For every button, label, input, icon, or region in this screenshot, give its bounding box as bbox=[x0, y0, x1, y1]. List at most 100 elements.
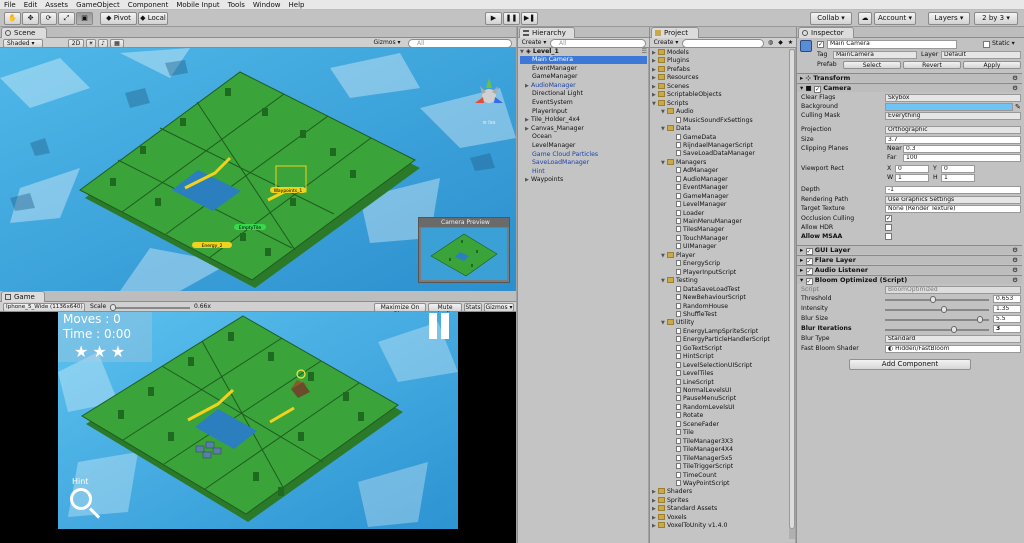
pause-button[interactable]: ❚❚ bbox=[503, 12, 520, 25]
tab-scene[interactable]: Scene bbox=[1, 27, 47, 38]
project-file[interactable]: SaveLoadDataManager bbox=[670, 150, 755, 158]
hand-tool-icon[interactable]: ✋ bbox=[4, 12, 21, 25]
project-folder[interactable]: ▼ Scripts bbox=[652, 99, 688, 108]
transform-header[interactable]: ▸ ⊹ Transform ⚙ bbox=[797, 73, 1022, 82]
hierarchy-item[interactable]: GameManager bbox=[520, 73, 647, 81]
mute-audio-toggle[interactable]: Mute Audio bbox=[428, 303, 462, 318]
occlusion-culling-checkbox[interactable]: ✓ bbox=[885, 215, 892, 222]
project-scrollbar-thumb[interactable] bbox=[789, 49, 795, 529]
audio-listener-header[interactable]: ▸ ✓ Audio Listener ⚙ bbox=[797, 265, 1022, 275]
prefab-revert-button[interactable]: Revert bbox=[903, 61, 961, 69]
project-folder[interactable]: ▶ Voxels bbox=[652, 513, 687, 522]
maximize-on-play-toggle[interactable]: Maximize On Play bbox=[374, 303, 426, 318]
hierarchy-item[interactable]: Directional Light bbox=[520, 90, 647, 98]
project-folder[interactable]: ▶ Models bbox=[652, 49, 689, 57]
project-file[interactable]: NewBehaviourScript bbox=[670, 294, 746, 302]
layer-dropdown[interactable]: Default bbox=[941, 51, 1021, 59]
menu-help[interactable]: Help bbox=[285, 0, 309, 10]
game-gizmos-dropdown[interactable]: Gizmos ▾ bbox=[484, 303, 514, 312]
step-button[interactable]: ▶❚ bbox=[521, 12, 538, 25]
project-file[interactable]: MusicSoundFxSettings bbox=[670, 116, 753, 125]
scene-options-icon[interactable]: ☰ bbox=[641, 48, 647, 56]
background-color-swatch[interactable] bbox=[885, 103, 1013, 111]
rect-tool-icon[interactable]: ▣ bbox=[76, 12, 93, 25]
project-file[interactable]: RandomHouse bbox=[670, 302, 728, 311]
project-file[interactable]: GameData bbox=[670, 133, 716, 142]
layers-dropdown[interactable]: Layers ▾ bbox=[928, 12, 970, 25]
intensity-field[interactable]: 1.35 bbox=[993, 305, 1021, 313]
camera-enabled-checkbox[interactable]: ✓ bbox=[813, 86, 821, 93]
account-dropdown[interactable]: Account ▾ bbox=[874, 12, 916, 25]
pivot-toggle[interactable]: ◆ Pivot bbox=[100, 12, 137, 25]
project-file[interactable]: RijndaelManagerScript bbox=[670, 141, 753, 150]
project-folder[interactable]: ▶ Prefabs bbox=[652, 65, 690, 74]
project-file[interactable]: EnergyParticleHandlerScript bbox=[670, 336, 770, 344]
hierarchy-item[interactable]: ▶ Canvas_Manager bbox=[520, 125, 647, 133]
project-file[interactable]: TileManager5x5 bbox=[670, 454, 733, 463]
near-field[interactable]: 0.3 bbox=[903, 145, 1021, 153]
project-folder[interactable]: ▶ ScriptableObjects bbox=[652, 91, 722, 99]
menu-assets[interactable]: Assets bbox=[41, 0, 72, 10]
viewport-h-field[interactable]: 1 bbox=[941, 174, 975, 182]
hierarchy-item[interactable]: ▶ Tile_Holder_4x4 bbox=[520, 116, 647, 124]
threshold-slider-knob[interactable] bbox=[930, 296, 936, 303]
project-search-input[interactable] bbox=[682, 39, 764, 48]
project-file[interactable]: Loader bbox=[670, 209, 704, 218]
add-component-button[interactable]: Add Component bbox=[849, 359, 971, 370]
threshold-slider[interactable] bbox=[885, 296, 989, 303]
blur-iterations-slider-knob[interactable] bbox=[951, 326, 957, 333]
hierarchy-item[interactable]: SaveLoadManager bbox=[520, 159, 647, 167]
rotate-tool-icon[interactable]: ⟳ bbox=[40, 12, 57, 25]
project-file[interactable]: LineScript bbox=[670, 378, 714, 387]
flare-layer-checkbox[interactable]: ✓ bbox=[805, 258, 813, 265]
hierarchy-item[interactable]: EventSystem bbox=[520, 99, 647, 107]
size-field[interactable]: 3.7 bbox=[885, 136, 1021, 144]
culling-mask-dropdown[interactable]: Everything bbox=[885, 112, 1021, 120]
project-file[interactable]: MainMenuManager bbox=[670, 218, 742, 226]
viewport-w-field[interactable]: 1 bbox=[895, 174, 929, 182]
project-file[interactable]: Rotate bbox=[670, 412, 703, 420]
fast-bloom-shader-field[interactable]: ◐ Hidden/FastBloom bbox=[885, 345, 1021, 353]
menu-file[interactable]: File bbox=[0, 0, 20, 10]
hierarchy-item[interactable]: EventManager bbox=[520, 65, 647, 73]
scene-root[interactable]: ▼ ◈ Level_1 ☰ bbox=[520, 48, 647, 56]
project-folder[interactable]: ▼ Testing bbox=[661, 277, 698, 285]
component-settings-icon[interactable]: ⚙ bbox=[1012, 246, 1018, 254]
collab-dropdown[interactable]: Collab ▾ bbox=[810, 12, 852, 25]
gui-layer-checkbox[interactable]: ✓ bbox=[805, 248, 813, 255]
audio-toggle-icon[interactable]: ♪ bbox=[98, 39, 108, 48]
cloud-icon[interactable]: ☁ bbox=[858, 12, 872, 25]
component-settings-icon[interactable]: ⚙ bbox=[1012, 84, 1018, 92]
shading-mode-dropdown[interactable]: Shaded ▾ bbox=[3, 39, 43, 48]
hierarchy-item[interactable]: PlayerInput bbox=[520, 108, 647, 116]
project-folder[interactable]: ▶ Sprites bbox=[652, 496, 689, 505]
stats-toggle[interactable]: Stats bbox=[464, 303, 482, 312]
project-folder[interactable]: ▼ Audio bbox=[661, 108, 694, 116]
object-name-field[interactable]: Main Camera bbox=[827, 40, 957, 49]
project-file[interactable]: EventManager bbox=[670, 184, 728, 192]
menu-tools[interactable]: Tools bbox=[224, 0, 249, 10]
project-folder[interactable]: ▶ VoxelToUnity v1.4.0 bbox=[652, 522, 728, 530]
camera-header[interactable]: ▾ ■ ✓ Camera ⚙ bbox=[797, 83, 1022, 93]
tab-hierarchy[interactable]: Hierarchy bbox=[519, 27, 575, 38]
project-file[interactable]: SceneFader bbox=[670, 420, 719, 429]
project-folder[interactable]: ▼ Data bbox=[661, 125, 691, 133]
project-file[interactable]: LevelSelectionUIScript bbox=[670, 361, 752, 370]
bloom-enabled-checkbox[interactable]: ✓ bbox=[805, 278, 813, 285]
component-settings-icon[interactable]: ⚙ bbox=[1012, 74, 1018, 82]
project-folder[interactable]: ▶ Plugins bbox=[652, 57, 689, 65]
project-file[interactable]: Tile bbox=[670, 429, 694, 437]
project-file[interactable]: TileTriggerScript bbox=[670, 463, 733, 471]
hierarchy-item[interactable]: Main Camera bbox=[520, 56, 647, 64]
bloom-header[interactable]: ▾ ✓ Bloom Optimized (Script) ⚙ bbox=[797, 275, 1022, 285]
resolution-dropdown[interactable]: Iphone_5_Wide (1136x640) bbox=[3, 303, 85, 312]
menu-gameobject[interactable]: GameObject bbox=[72, 0, 124, 10]
local-toggle[interactable]: ◆ Local bbox=[138, 12, 168, 25]
threshold-field[interactable]: 0.653 bbox=[993, 295, 1021, 303]
blur-iterations-slider[interactable] bbox=[885, 326, 989, 333]
2d-toggle[interactable]: 2D bbox=[68, 39, 84, 48]
intensity-slider-knob[interactable] bbox=[941, 306, 947, 313]
gui-layer-header[interactable]: ▸ ✓ GUI Layer ⚙ bbox=[797, 245, 1022, 255]
clear-flags-dropdown[interactable]: Skybox bbox=[885, 94, 1021, 102]
hierarchy-item[interactable]: LevelManager bbox=[520, 142, 647, 150]
